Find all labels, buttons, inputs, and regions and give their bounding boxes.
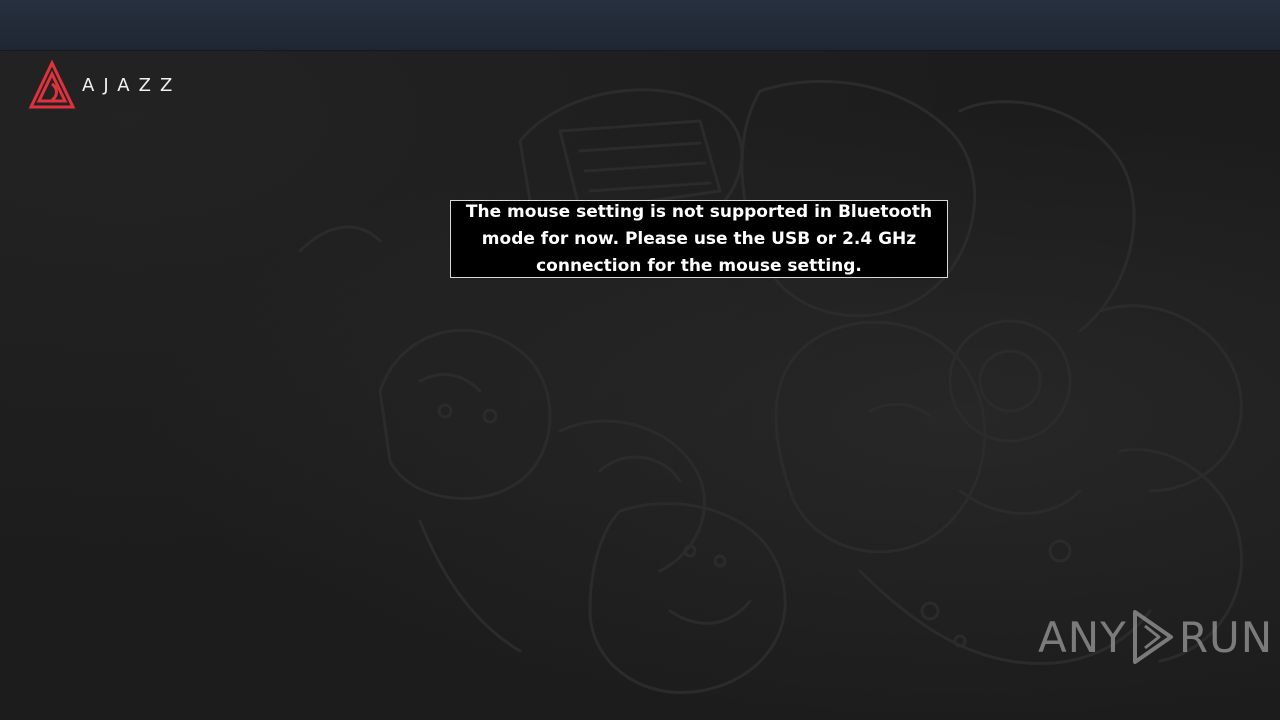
bluetooth-unsupported-message: The mouse setting is not supported in Bl… — [450, 200, 948, 278]
watermark-left-text: ANY — [1038, 612, 1127, 662]
watermark-right-text: RUN — [1178, 612, 1274, 662]
ajazz-logo-icon — [28, 60, 76, 109]
notice-text: The mouse setting is not supported in Bl… — [465, 201, 933, 276]
brand-logo: AJAZZ — [28, 60, 181, 110]
window-titlebar[interactable] — [0, 0, 1280, 51]
play-icon — [1132, 610, 1173, 664]
main-content-area: AJAZZ The mouse setting is not supported… — [0, 51, 1280, 720]
brand-name: AJAZZ — [82, 74, 182, 96]
anyrun-watermark: ANY RUN — [1038, 608, 1273, 666]
